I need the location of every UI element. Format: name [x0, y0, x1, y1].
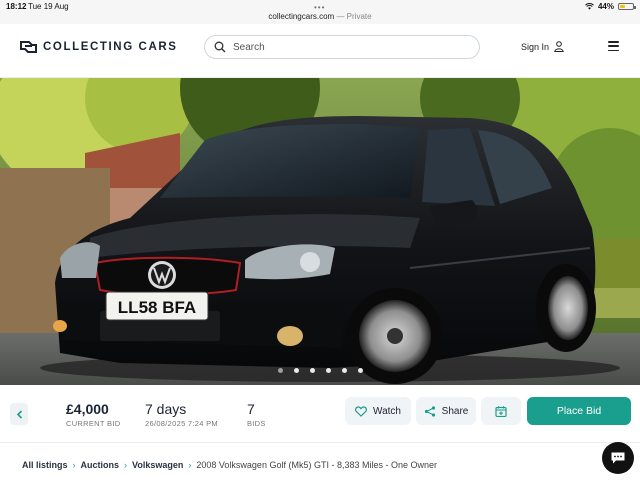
heart-icon: [355, 405, 367, 417]
breadcrumb-current: 2008 Volkswagen Golf (Mk5) GTI - 8,383 M…: [196, 460, 437, 470]
number-plate: LL58 BFA: [118, 298, 196, 317]
wifi-icon: [585, 3, 594, 10]
logo[interactable]: COLLECTING CARS: [20, 40, 178, 54]
carousel-dot[interactable]: [309, 368, 315, 373]
carousel-dot[interactable]: [357, 368, 363, 373]
bid-count: 7 BIDS: [247, 401, 266, 428]
breadcrumb-volkswagen[interactable]: Volkswagen: [132, 460, 183, 470]
watch-label: Watch: [373, 405, 401, 417]
chat-button[interactable]: [602, 442, 634, 474]
current-bid-label: CURRENT BID: [66, 419, 121, 428]
hero-image[interactable]: LL58 BFA: [0, 78, 640, 385]
bid-count-label: BIDS: [247, 419, 266, 428]
battery-icon: [618, 3, 636, 10]
calendar-add-icon: [495, 405, 507, 417]
carousel-dot[interactable]: [325, 368, 331, 373]
carousel-dot[interactable]: [277, 368, 283, 373]
more-dots-icon[interactable]: •••: [314, 3, 325, 12]
url-text: collectingcars.com: [268, 12, 335, 21]
search-icon: [214, 41, 226, 53]
time-left-value: 7 days: [145, 401, 187, 417]
bid-count-value: 7: [247, 401, 255, 417]
bid-bar: £4,000 CURRENT BID 7 days 26/08/2025 7:2…: [0, 385, 640, 443]
site-header: COLLECTING CARS Sign In: [0, 24, 640, 78]
carousel-dot[interactable]: [341, 368, 347, 373]
back-button[interactable]: [10, 403, 28, 425]
breadcrumb-all-listings[interactable]: All listings: [22, 460, 68, 470]
current-bid-value: £4,000: [66, 401, 109, 417]
logo-mark-icon: [20, 41, 37, 53]
end-date: 26/08/2025 7:24 PM: [145, 419, 218, 428]
status-bar: 18:12 Tue 19 Aug ••• collectingcars.com …: [0, 0, 640, 24]
status-time: 18:12: [6, 2, 27, 11]
sign-in-link[interactable]: Sign In: [521, 41, 564, 52]
status-right: 44%: [585, 2, 636, 11]
share-icon: [424, 405, 435, 417]
carousel-dots[interactable]: [0, 368, 640, 373]
sign-in-label: Sign In: [521, 41, 550, 52]
current-bid: £4,000 CURRENT BID: [66, 401, 120, 428]
brand-name: COLLECTING CARS: [43, 41, 178, 53]
watch-button[interactable]: Watch: [345, 397, 411, 425]
chevron-right-icon: ›: [188, 460, 192, 470]
user-icon: [554, 41, 564, 52]
chevron-left-icon: [16, 409, 22, 419]
battery-fill: [620, 5, 626, 8]
car-photo: LL58 BFA: [0, 78, 640, 385]
carousel-dot[interactable]: [293, 368, 299, 373]
menu-icon[interactable]: [608, 41, 619, 51]
search-box[interactable]: [204, 35, 480, 59]
breadcrumb: All listings › Auctions › Volkswagen › 2…: [22, 460, 437, 470]
private-label: — Private: [336, 12, 372, 21]
add-to-calendar-button[interactable]: [481, 397, 521, 425]
place-bid-button[interactable]: Place Bid: [527, 397, 631, 425]
chat-icon: [611, 452, 625, 464]
battery-percent: 44%: [597, 2, 614, 11]
breadcrumb-auctions[interactable]: Auctions: [81, 460, 120, 470]
time-left: 7 days 26/08/2025 7:24 PM: [145, 401, 218, 428]
share-label: Share: [441, 405, 469, 417]
share-button[interactable]: Share: [416, 397, 476, 425]
address-bar[interactable]: collectingcars.com — Private: [0, 12, 640, 21]
chevron-right-icon: ›: [72, 460, 76, 470]
chevron-right-icon: ›: [124, 460, 128, 470]
status-date: Tue 19 Aug: [28, 2, 69, 11]
search-input[interactable]: [233, 41, 453, 53]
